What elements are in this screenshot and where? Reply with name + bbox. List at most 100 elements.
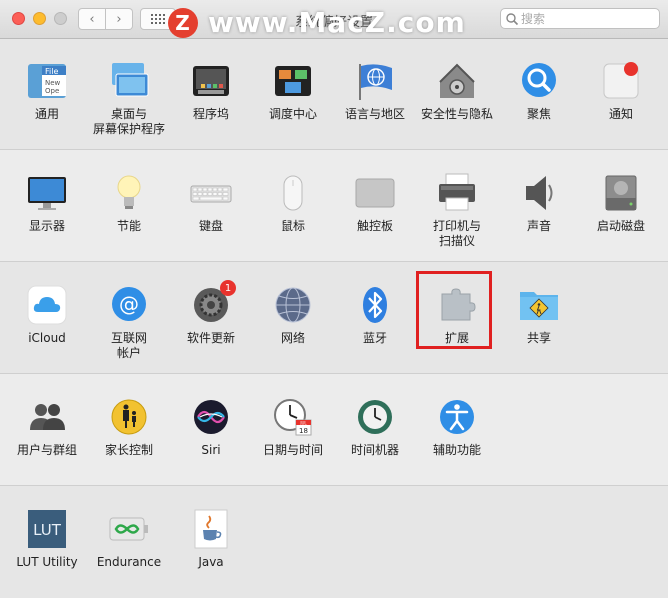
title-bar: ‹ › 系统偏好设置 Z www.MacZ.com 搜索: [0, 0, 668, 39]
network-icon: [272, 284, 314, 326]
pref-label: 程序坞: [192, 107, 229, 121]
general-icon: File New Ope: [26, 60, 68, 102]
pref-label: 时间机器: [350, 443, 399, 457]
search-placeholder: 搜索: [521, 12, 546, 26]
pref-bluetooth[interactable]: 蓝牙: [334, 284, 416, 346]
pref-label: 蓝牙: [362, 331, 387, 345]
watermark-logo: Z: [168, 7, 198, 38]
keyboard-icon: [190, 172, 232, 214]
pref-notifications[interactable]: 通知: [580, 60, 662, 122]
system-preferences-window: ‹ › 系统偏好设置 Z www.MacZ.com 搜索 File New Op…: [0, 0, 668, 598]
pref-label: Siri: [201, 443, 221, 457]
pref-label: iCloud: [28, 331, 66, 345]
pref-time-machine[interactable]: 时间机器: [334, 396, 416, 458]
pref-label: 打印机与 扫描仪: [432, 219, 481, 248]
pref-label: 辅助功能: [432, 443, 481, 457]
pref-date-time[interactable]: JUL 18 日期与时间: [252, 396, 334, 458]
pref-label: 语言与地区: [344, 107, 405, 121]
sound-icon: [518, 172, 560, 214]
pref-label: 鼠标: [280, 219, 305, 233]
pref-label: 声音: [526, 219, 551, 233]
language-region-icon: [354, 60, 396, 102]
pref-label: 互联网 帐户: [110, 331, 147, 360]
pref-lut-utility[interactable]: LUT LUT Utility: [6, 508, 88, 570]
pref-trackpad[interactable]: 触控板: [334, 172, 416, 234]
pref-label: 调度中心: [268, 107, 317, 121]
pref-endurance[interactable]: Endurance: [88, 508, 170, 570]
trackpad-icon: [354, 172, 396, 214]
pref-label: Java: [198, 555, 224, 569]
pref-mission-control[interactable]: 调度中心: [252, 60, 334, 122]
mission-control-icon: [272, 60, 314, 102]
time-machine-icon: [354, 396, 396, 438]
spotlight-icon: [518, 60, 560, 102]
pref-label: 用户与群组: [16, 443, 77, 457]
pref-mouse[interactable]: 鼠标: [252, 172, 334, 234]
date-time-icon: JUL 18: [272, 396, 314, 438]
pref-desktop-screensaver[interactable]: 桌面与 屏幕保护程序: [88, 60, 170, 137]
pref-label: 显示器: [28, 219, 65, 233]
pref-software-update[interactable]: 1 软件更新: [170, 280, 252, 346]
pref-siri[interactable]: Siri: [170, 396, 252, 458]
svg-text:File: File: [45, 67, 58, 76]
security-privacy-icon: [436, 60, 478, 102]
watermark-text: www.MacZ.com: [208, 6, 466, 39]
accessibility-icon: [436, 396, 478, 438]
pref-network[interactable]: 网络: [252, 284, 334, 346]
bluetooth-icon: [354, 284, 396, 326]
pref-sharing[interactable]: 共享: [498, 284, 580, 346]
pref-printers-scanners[interactable]: 打印机与 扫描仪: [416, 172, 498, 249]
pref-internet-accounts[interactable]: @ 互联网 帐户: [88, 284, 170, 361]
search-field[interactable]: 搜索: [500, 8, 660, 29]
watermark: Z www.MacZ.com: [168, 6, 466, 39]
pref-sound[interactable]: 声音: [498, 172, 580, 234]
startup-disk-icon: [600, 172, 642, 214]
notifications-icon: [600, 60, 642, 102]
pref-keyboard[interactable]: 键盘: [170, 172, 252, 234]
pref-users-groups[interactable]: 用户与群组: [6, 396, 88, 458]
pref-accessibility[interactable]: 辅助功能: [416, 396, 498, 458]
pref-label: 安全性与隐私: [420, 107, 493, 121]
pref-label: 触控板: [356, 219, 393, 233]
search-icon: [506, 12, 519, 25]
svg-text:Ope: Ope: [45, 87, 59, 95]
pref-energy-saver[interactable]: 节能: [88, 172, 170, 234]
parental-controls-icon: [108, 396, 150, 438]
svg-text:JUL: JUL: [299, 421, 307, 426]
pref-security-privacy[interactable]: 安全性与隐私: [416, 60, 498, 122]
printers-scanners-icon: [436, 172, 478, 214]
endurance-icon: [108, 508, 150, 550]
pref-general[interactable]: File New Ope 通用: [6, 60, 88, 122]
software-update-icon: 1: [190, 280, 236, 326]
pref-label: 节能: [116, 219, 141, 233]
pref-label: Endurance: [96, 555, 162, 569]
pref-label: 通知: [608, 107, 633, 121]
pref-label: 软件更新: [186, 331, 235, 345]
svg-text:18: 18: [299, 427, 308, 435]
pref-displays[interactable]: 显示器: [6, 172, 88, 234]
pref-dock[interactable]: 程序坞: [170, 60, 252, 122]
pref-label: 日期与时间: [262, 443, 323, 457]
internet-accounts-icon: @: [108, 284, 150, 326]
pref-label: 家长控制: [104, 443, 153, 457]
pref-label: 桌面与 屏幕保护程序: [92, 107, 165, 136]
displays-icon: [26, 172, 68, 214]
pref-label: 聚焦: [526, 107, 551, 121]
pref-spotlight[interactable]: 聚焦: [498, 60, 580, 122]
pref-parental-controls[interactable]: 家长控制: [88, 396, 170, 458]
update-count-badge: 1: [220, 280, 236, 296]
siri-icon: [190, 396, 232, 438]
pref-java[interactable]: Java: [170, 508, 252, 570]
pref-startup-disk[interactable]: 启动磁盘: [580, 172, 662, 234]
svg-text:@: @: [119, 292, 139, 316]
energy-saver-icon: [108, 172, 150, 214]
pref-label: 共享: [526, 331, 551, 345]
dock-icon: [190, 60, 232, 102]
pref-language-region[interactable]: 语言与地区: [334, 60, 416, 122]
svg-text:LUT: LUT: [33, 521, 62, 539]
pref-label: 通用: [34, 107, 59, 121]
users-groups-icon: [26, 396, 68, 438]
pref-icloud[interactable]: iCloud: [6, 284, 88, 346]
pref-label: 键盘: [198, 219, 223, 233]
sharing-icon: [518, 284, 560, 326]
